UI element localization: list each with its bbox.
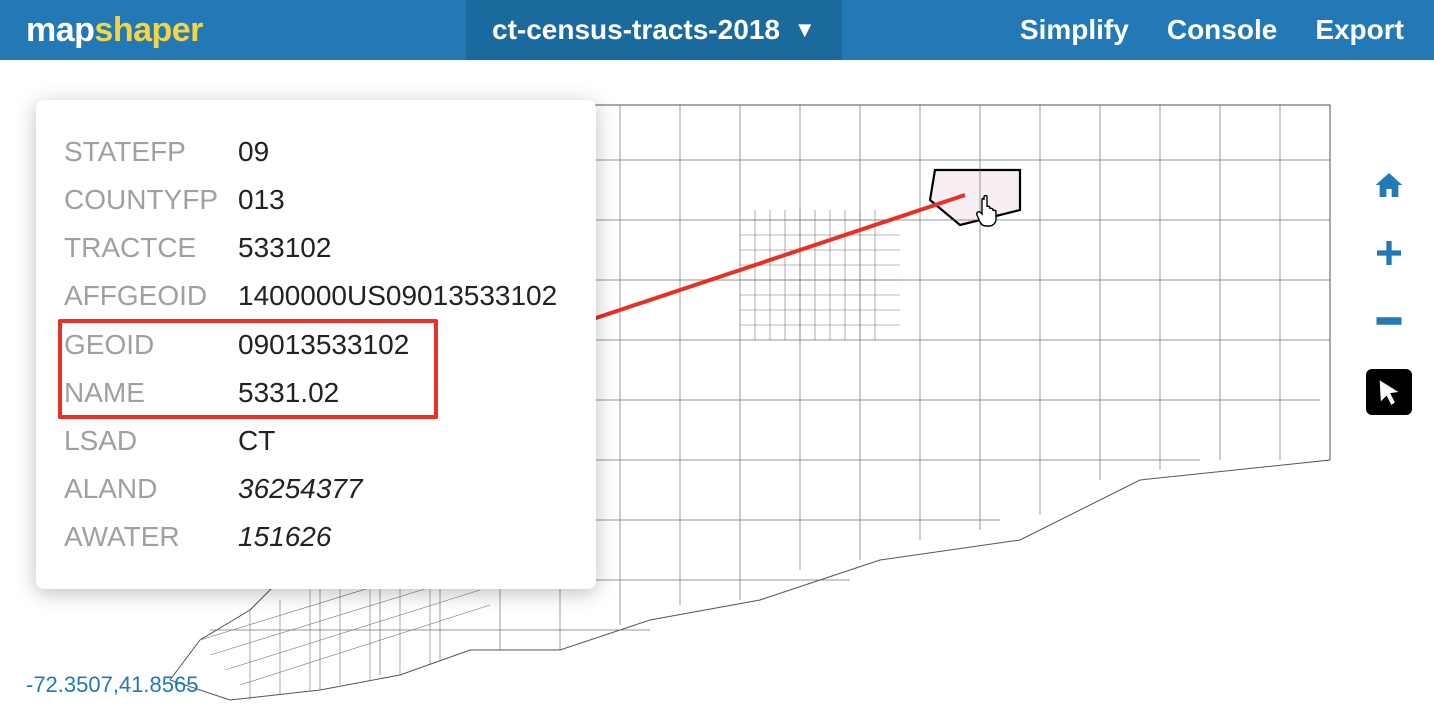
attribute-row: STATEFP09	[64, 128, 576, 176]
plus-icon	[1373, 237, 1405, 269]
attribute-key: TRACTCE	[64, 224, 238, 272]
attribute-key: AFFGEOID	[64, 272, 238, 320]
attribute-key: STATEFP	[64, 128, 238, 176]
attribute-key: AWATER	[64, 513, 238, 561]
attribute-value: 36254377	[238, 465, 576, 513]
attribute-row: COUNTYFP013	[64, 176, 576, 224]
cursor-icon	[1375, 378, 1403, 406]
attribute-row: AFFGEOID1400000US09013533102	[64, 272, 576, 320]
attribute-value: 1400000US09013533102	[238, 272, 576, 320]
attribute-value: CT	[238, 417, 576, 465]
app-logo[interactable]: mapshaper	[0, 11, 203, 50]
coordinates-readout: -72.3507,41.8565	[26, 672, 199, 698]
logo-text-2: shaper	[94, 11, 203, 49]
attribute-key: GEOID	[64, 321, 238, 369]
attribute-key: ALAND	[64, 465, 238, 513]
zoom-out-button[interactable]	[1369, 301, 1409, 341]
simplify-button[interactable]: Simplify	[1020, 14, 1129, 46]
layer-name: ct-census-tracts-2018	[492, 14, 780, 46]
logo-text-1: map	[26, 11, 94, 49]
attribute-row: NAME5331.02	[64, 369, 576, 417]
console-button[interactable]: Console	[1167, 14, 1277, 46]
app-header: mapshaper ct-census-tracts-2018 ▼ Simpli…	[0, 0, 1434, 60]
nav-right: Simplify Console Export	[1020, 0, 1434, 60]
export-button[interactable]: Export	[1315, 14, 1404, 46]
attribute-value: 013	[238, 176, 576, 224]
attribute-row: TRACTCE533102	[64, 224, 576, 272]
attribute-value: 151626	[238, 513, 576, 561]
home-button[interactable]	[1369, 165, 1409, 205]
attribute-row: GEOID09013533102	[64, 321, 576, 369]
attribute-row: AWATER151626	[64, 513, 576, 561]
cursor-tool-button[interactable]	[1366, 369, 1412, 415]
attribute-row: ALAND36254377	[64, 465, 576, 513]
map-tools	[1366, 165, 1412, 415]
attribute-value: 09	[238, 128, 576, 176]
zoom-in-button[interactable]	[1369, 233, 1409, 273]
chevron-down-icon: ▼	[794, 17, 816, 43]
attribute-value: 533102	[238, 224, 576, 272]
layer-selector-dropdown[interactable]: ct-census-tracts-2018 ▼	[466, 0, 842, 60]
home-icon	[1373, 169, 1405, 201]
attribute-key: COUNTYFP	[64, 176, 238, 224]
minus-icon	[1373, 316, 1405, 326]
attribute-value: 5331.02	[238, 369, 576, 417]
attribute-row: LSADCT	[64, 417, 576, 465]
attribute-key: LSAD	[64, 417, 238, 465]
feature-info-popup: STATEFP09COUNTYFP013TRACTCE533102AFFGEOI…	[36, 100, 596, 589]
attribute-value: 09013533102	[238, 321, 576, 369]
attribute-key: NAME	[64, 369, 238, 417]
feature-attribute-table: STATEFP09COUNTYFP013TRACTCE533102AFFGEOI…	[64, 128, 576, 561]
